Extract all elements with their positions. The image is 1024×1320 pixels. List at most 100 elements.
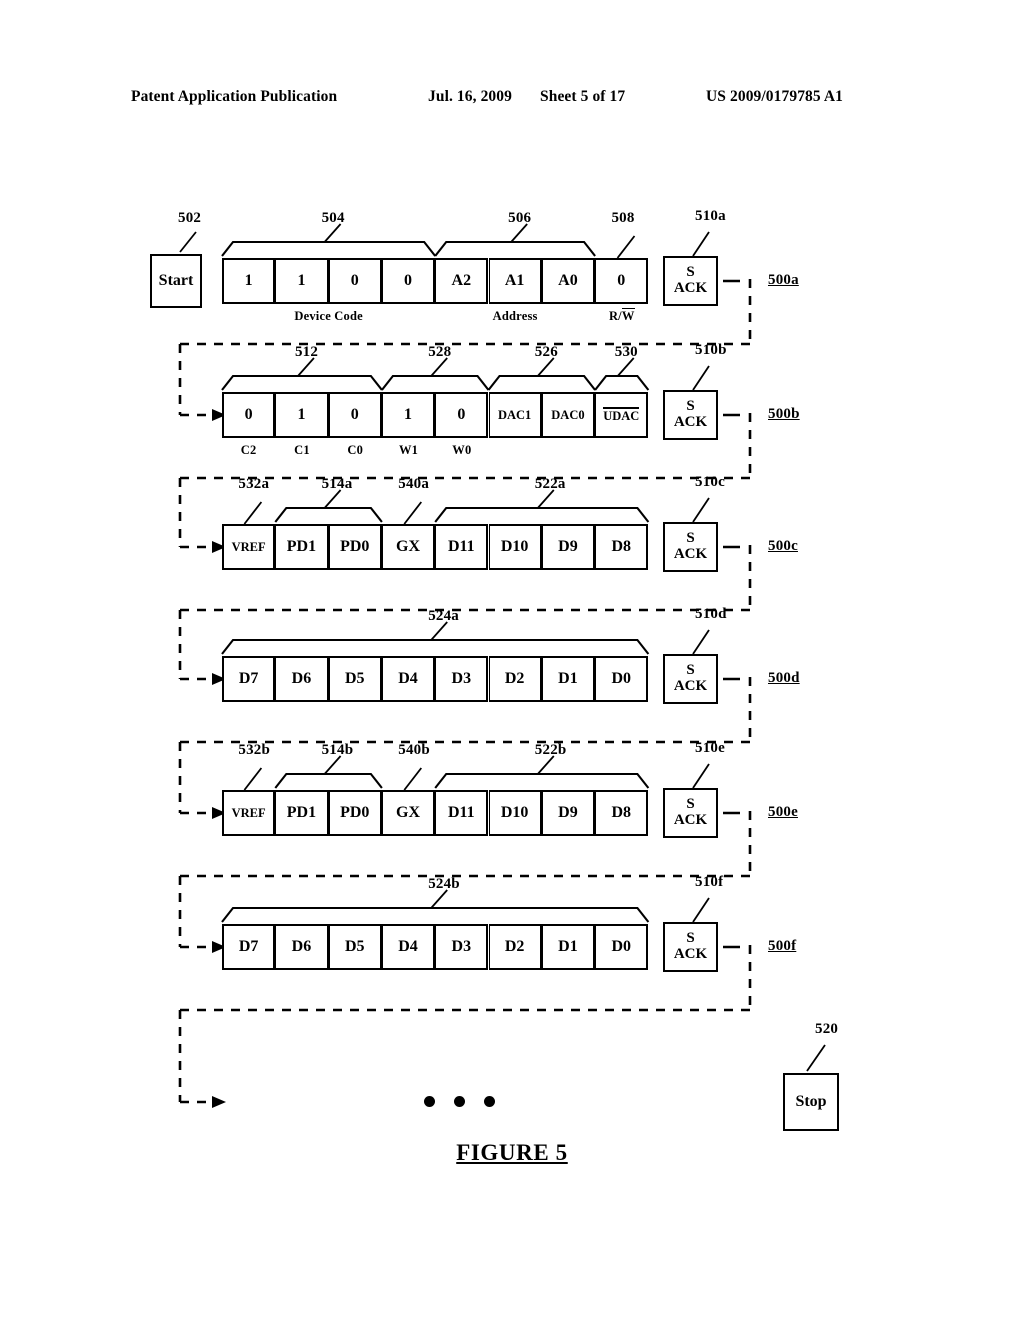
frame-cell: D1 [541, 924, 596, 970]
frame-cell: GX [381, 790, 436, 836]
ref-524b: 524b [428, 876, 460, 892]
frame-cell: 1 [275, 258, 329, 304]
frame-sublabel-text: W1 [398, 443, 419, 457]
frame-cell-label: PD1 [286, 538, 317, 555]
frame-cell-label: D5 [344, 938, 365, 955]
frame-cell-label: D11 [448, 804, 475, 821]
start-label: Start [158, 272, 194, 289]
ack-line-2: ACK [673, 280, 708, 296]
frame-cell: 1 [275, 392, 329, 438]
frame-cell: D0 [595, 656, 649, 702]
frame-cell: PD1 [275, 790, 329, 836]
frame-cell-label: D8 [611, 538, 632, 555]
ref-526: 526 [534, 344, 558, 360]
frame-cell: D4 [381, 924, 436, 970]
frame-cell: D7 [222, 924, 276, 970]
frame-sublabel: R/W [595, 308, 648, 324]
frame-cell-label: D4 [398, 938, 418, 955]
ack-line-1: S [686, 796, 695, 813]
frame-cell-label: D7 [238, 670, 259, 687]
frame-cell-label: D6 [291, 938, 312, 955]
ref-532b: 532b [238, 742, 271, 758]
frame-cell-label: D4 [398, 670, 418, 687]
frame-sublabel: C1 [275, 443, 328, 458]
frame-cell: A0 [541, 258, 596, 304]
ref-504: 504 [321, 210, 345, 226]
frame-sublabel-overbar-text: W [621, 308, 635, 323]
frame-cell-label: 0 [350, 272, 359, 289]
frame-sublabel-text: Device Code [294, 309, 363, 323]
frame-sublabel-text: C1 [294, 443, 310, 457]
frame-cell-label: PD0 [340, 804, 370, 821]
ref-528: 528 [428, 344, 452, 360]
start-box: Start [150, 254, 202, 308]
slave-ack-box: S ACK [663, 922, 718, 972]
ack-line-1: S [686, 930, 695, 947]
frame-cell: PD0 [328, 524, 382, 570]
frame-cell-label: D8 [611, 804, 632, 821]
ref-530: 530 [614, 344, 638, 360]
frame-cell-label: D3 [451, 670, 472, 687]
frame-cell-label: D5 [344, 670, 365, 687]
frame-cell-label: UDAC [603, 407, 640, 424]
frame-cell-label: 1 [297, 406, 306, 423]
frame-cell: A1 [488, 258, 542, 304]
frame-cell-label: 0 [350, 406, 359, 423]
frame-cell-label: D11 [448, 538, 475, 555]
frame-cell-label: D10 [500, 538, 529, 555]
frame-cell-label: A1 [504, 272, 525, 289]
ellipsis-dot [424, 1096, 435, 1107]
ack-line-1: S [686, 662, 695, 679]
frame-cell-label: 0 [404, 272, 413, 289]
frame-cell-label: D0 [611, 938, 632, 955]
frame-cell: 1 [381, 392, 436, 438]
frame-cell-label: PD0 [340, 538, 370, 555]
frame-cell: DAC0 [541, 392, 596, 438]
ref-532a: 532a [238, 476, 270, 492]
frame-cell: D3 [435, 656, 489, 702]
frame-cell: D8 [595, 524, 649, 570]
frame-sublabel-text: R/ [608, 309, 622, 323]
slave-ack-box: S ACK [663, 390, 718, 440]
slave-ack-box: S ACK [663, 788, 718, 838]
ref-510c: 510c [695, 474, 725, 490]
ref-540b: 540b [398, 742, 430, 758]
ack-line-1: S [686, 398, 695, 415]
row-id-500f: 500f [768, 938, 797, 954]
ref-514a: 514a [321, 476, 353, 492]
ref-510d: 510d [695, 606, 727, 622]
frame-cell: D2 [488, 656, 542, 702]
frame-cell-label: D10 [500, 804, 529, 821]
slave-ack-box: S ACK [663, 522, 718, 572]
ack-line-2: ACK [673, 414, 708, 430]
ref-512: 512 [294, 344, 319, 360]
frame-cell: D6 [275, 656, 329, 702]
ref-520: 520 [815, 1021, 839, 1037]
frame-cell-label: 0 [244, 406, 253, 423]
ack-line-2: ACK [673, 946, 708, 962]
frame-cell: A2 [435, 258, 489, 304]
slave-ack-box: S ACK [663, 654, 718, 704]
ref-502: 502 [178, 210, 202, 226]
frame-cell: D8 [595, 790, 649, 836]
frame-cell-label: VREF [231, 805, 266, 820]
frame-cell-label: D9 [558, 538, 578, 555]
figure-caption: FIGURE 5 [0, 1140, 1024, 1166]
ack-line-1: S [686, 530, 695, 547]
frame-cell-label: 1 [297, 272, 306, 289]
frame-cell-label: A0 [558, 272, 578, 289]
frame-cell-label: DAC1 [497, 407, 532, 422]
ref-510b: 510b [695, 342, 727, 358]
frame-cell-label: GX [396, 538, 421, 555]
frame-cell: D2 [488, 924, 542, 970]
ref-510e: 510e [695, 740, 725, 756]
frame-cell-label: D3 [451, 938, 472, 955]
frame-cell-label: A2 [451, 272, 472, 289]
frame-sublabel-text: C2 [240, 443, 257, 457]
frame-cell-label: D6 [291, 670, 312, 687]
frame-cell: D9 [541, 524, 596, 570]
figure-5-diagram: Start 502 504 506 508 1 1 0 0 A2 A1 A0 0 Device Code A… [0, 0, 1024, 1320]
frame-cell: D6 [275, 924, 329, 970]
frame-cell-label: GX [396, 804, 421, 821]
frame-cell: D3 [435, 924, 489, 970]
